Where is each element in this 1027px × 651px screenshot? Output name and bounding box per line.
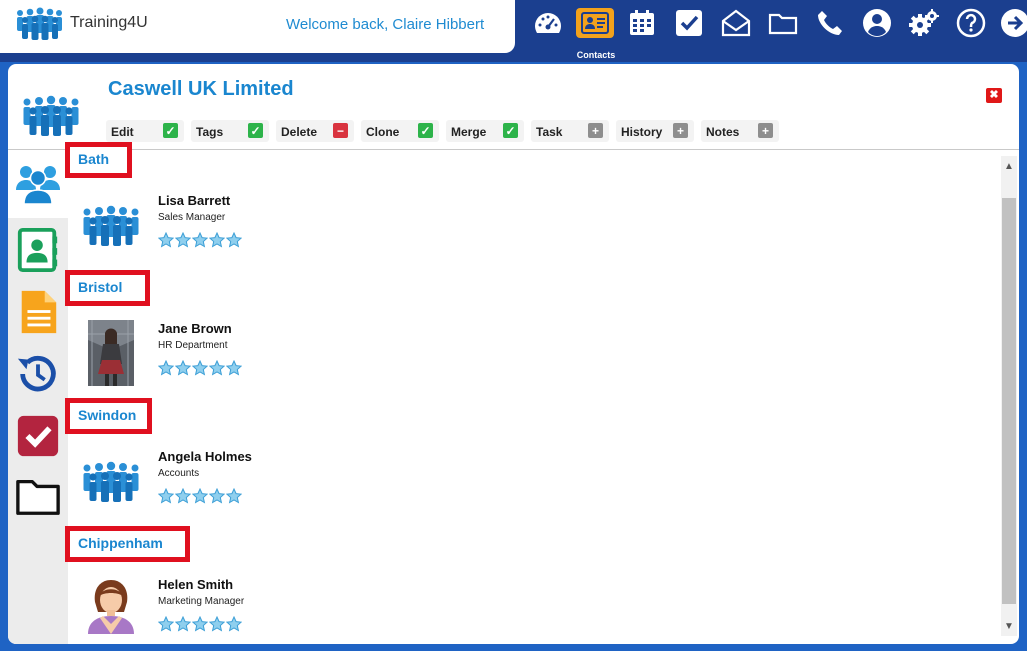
star-icon — [209, 488, 225, 504]
group-header[interactable]: Bristol — [65, 270, 150, 306]
settings-icon[interactable] — [907, 6, 941, 40]
help-icon[interactable] — [954, 6, 988, 40]
group-avatar-icon — [83, 461, 139, 502]
star-icon — [192, 232, 208, 248]
star-icon — [226, 360, 242, 376]
star-icon — [158, 232, 174, 248]
address-book-icon[interactable] — [14, 226, 62, 274]
nav-caption-contacts: Contacts — [576, 50, 616, 60]
rating-stars[interactable] — [158, 232, 242, 248]
phone-icon[interactable] — [813, 6, 847, 40]
star-icon — [192, 360, 208, 376]
clone-action[interactable]: Clone ✓ — [361, 120, 439, 142]
brand-panel: Training4U Welcome back, Claire Hibbert — [0, 0, 515, 53]
task-label: Task — [536, 125, 563, 139]
logout-icon[interactable] — [998, 6, 1027, 40]
tasks-icon[interactable] — [672, 6, 706, 40]
star-icon — [226, 488, 242, 504]
edit-action[interactable]: Edit ✓ — [106, 120, 184, 142]
contact-name[interactable]: Jane Brown — [158, 321, 232, 336]
star-icon — [209, 616, 225, 632]
delete-minus-icon[interactable]: − — [333, 123, 348, 138]
contact-name[interactable]: Lisa Barrett — [158, 193, 230, 208]
star-icon — [226, 616, 242, 632]
edit-label: Edit — [111, 125, 134, 139]
dashboard-icon[interactable] — [531, 6, 565, 40]
contact-role: Accounts — [158, 468, 200, 479]
contact-name[interactable]: Helen Smith — [158, 577, 233, 592]
star-icon — [158, 616, 174, 632]
contact-role: Marketing Manager — [158, 596, 245, 607]
rating-stars[interactable] — [158, 360, 242, 376]
star-icon — [158, 488, 174, 504]
user-icon[interactable] — [860, 6, 894, 40]
star-icon — [175, 232, 191, 248]
history-action[interactable]: History + — [616, 120, 694, 142]
history-label: History — [621, 125, 663, 139]
tags-action[interactable]: Tags ✓ — [191, 120, 269, 142]
welcome-message: Welcome back, Claire Hibbert — [286, 16, 485, 33]
mail-icon[interactable] — [719, 6, 753, 40]
group-avatar-icon — [83, 205, 139, 246]
notes-label: Notes — [706, 125, 740, 139]
star-icon — [192, 616, 208, 632]
merge-check-icon[interactable]: ✓ — [503, 123, 518, 138]
clone-check-icon[interactable]: ✓ — [418, 123, 433, 138]
group-header[interactable]: Swindon — [65, 398, 152, 434]
star-icon — [175, 360, 191, 376]
close-button[interactable]: ✖ — [986, 88, 1002, 103]
scroll-down-icon[interactable]: ▼ — [1001, 618, 1017, 634]
star-icon — [158, 360, 174, 376]
star-icon — [175, 488, 191, 504]
task-plus-icon[interactable]: + — [588, 123, 603, 138]
scroll-thumb[interactable] — [1002, 198, 1016, 604]
rating-stars[interactable] — [158, 616, 242, 632]
history-plus-icon[interactable]: + — [673, 123, 688, 138]
history-icon[interactable] — [14, 350, 62, 398]
star-icon — [209, 360, 225, 376]
calendar-icon[interactable] — [625, 6, 659, 40]
folder-icon[interactable] — [14, 472, 62, 520]
task-action[interactable]: Task + — [531, 120, 609, 142]
folder-icon[interactable] — [766, 6, 800, 40]
star-icon — [175, 616, 191, 632]
merge-action[interactable]: Merge ✓ — [446, 120, 524, 142]
checkbox-icon[interactable] — [14, 412, 62, 460]
company-title: Caswell UK Limited — [108, 78, 294, 100]
company-people-logo — [17, 7, 62, 40]
notes-plus-icon[interactable]: + — [758, 123, 773, 138]
group-header[interactable]: Chippenham — [65, 526, 190, 562]
delete-label: Delete — [281, 125, 318, 139]
star-icon — [209, 232, 225, 248]
star-icon — [192, 488, 208, 504]
merge-label: Merge — [451, 125, 487, 139]
clone-label: Clone — [366, 125, 400, 139]
tags-check-icon[interactable]: ✓ — [248, 123, 263, 138]
notes-action[interactable]: Notes + — [701, 120, 779, 142]
document-icon[interactable] — [14, 288, 62, 336]
female-avatar-icon — [88, 580, 134, 634]
scroll-up-icon[interactable]: ▲ — [1001, 158, 1017, 174]
contact-name[interactable]: Angela Holmes — [158, 449, 252, 464]
people-icon[interactable] — [14, 158, 62, 206]
edit-check-icon[interactable]: ✓ — [163, 123, 178, 138]
photo-avatar — [88, 320, 134, 386]
group-header[interactable]: Bath — [65, 142, 132, 178]
left-rail — [8, 150, 68, 644]
contacts-icon[interactable] — [576, 8, 614, 38]
star-icon — [226, 232, 242, 248]
company-logo-icon — [23, 95, 79, 136]
company-card: Caswell UK Limited ✖ Edit ✓ Tags ✓ Delet… — [8, 64, 1019, 644]
app-name: Training4U — [70, 14, 148, 31]
contacts-list: Bath Lisa Barrett Sales Manager Bristol … — [65, 142, 1001, 644]
contact-role: HR Department — [158, 340, 228, 351]
tags-label: Tags — [196, 125, 224, 139]
contact-role: Sales Manager — [158, 212, 226, 223]
vertical-scrollbar[interactable]: ▲ ▼ — [1001, 156, 1017, 636]
delete-action[interactable]: Delete − — [276, 120, 354, 142]
rating-stars[interactable] — [158, 488, 242, 504]
top-bar: Training4U Welcome back, Claire Hibbert … — [0, 0, 1027, 62]
